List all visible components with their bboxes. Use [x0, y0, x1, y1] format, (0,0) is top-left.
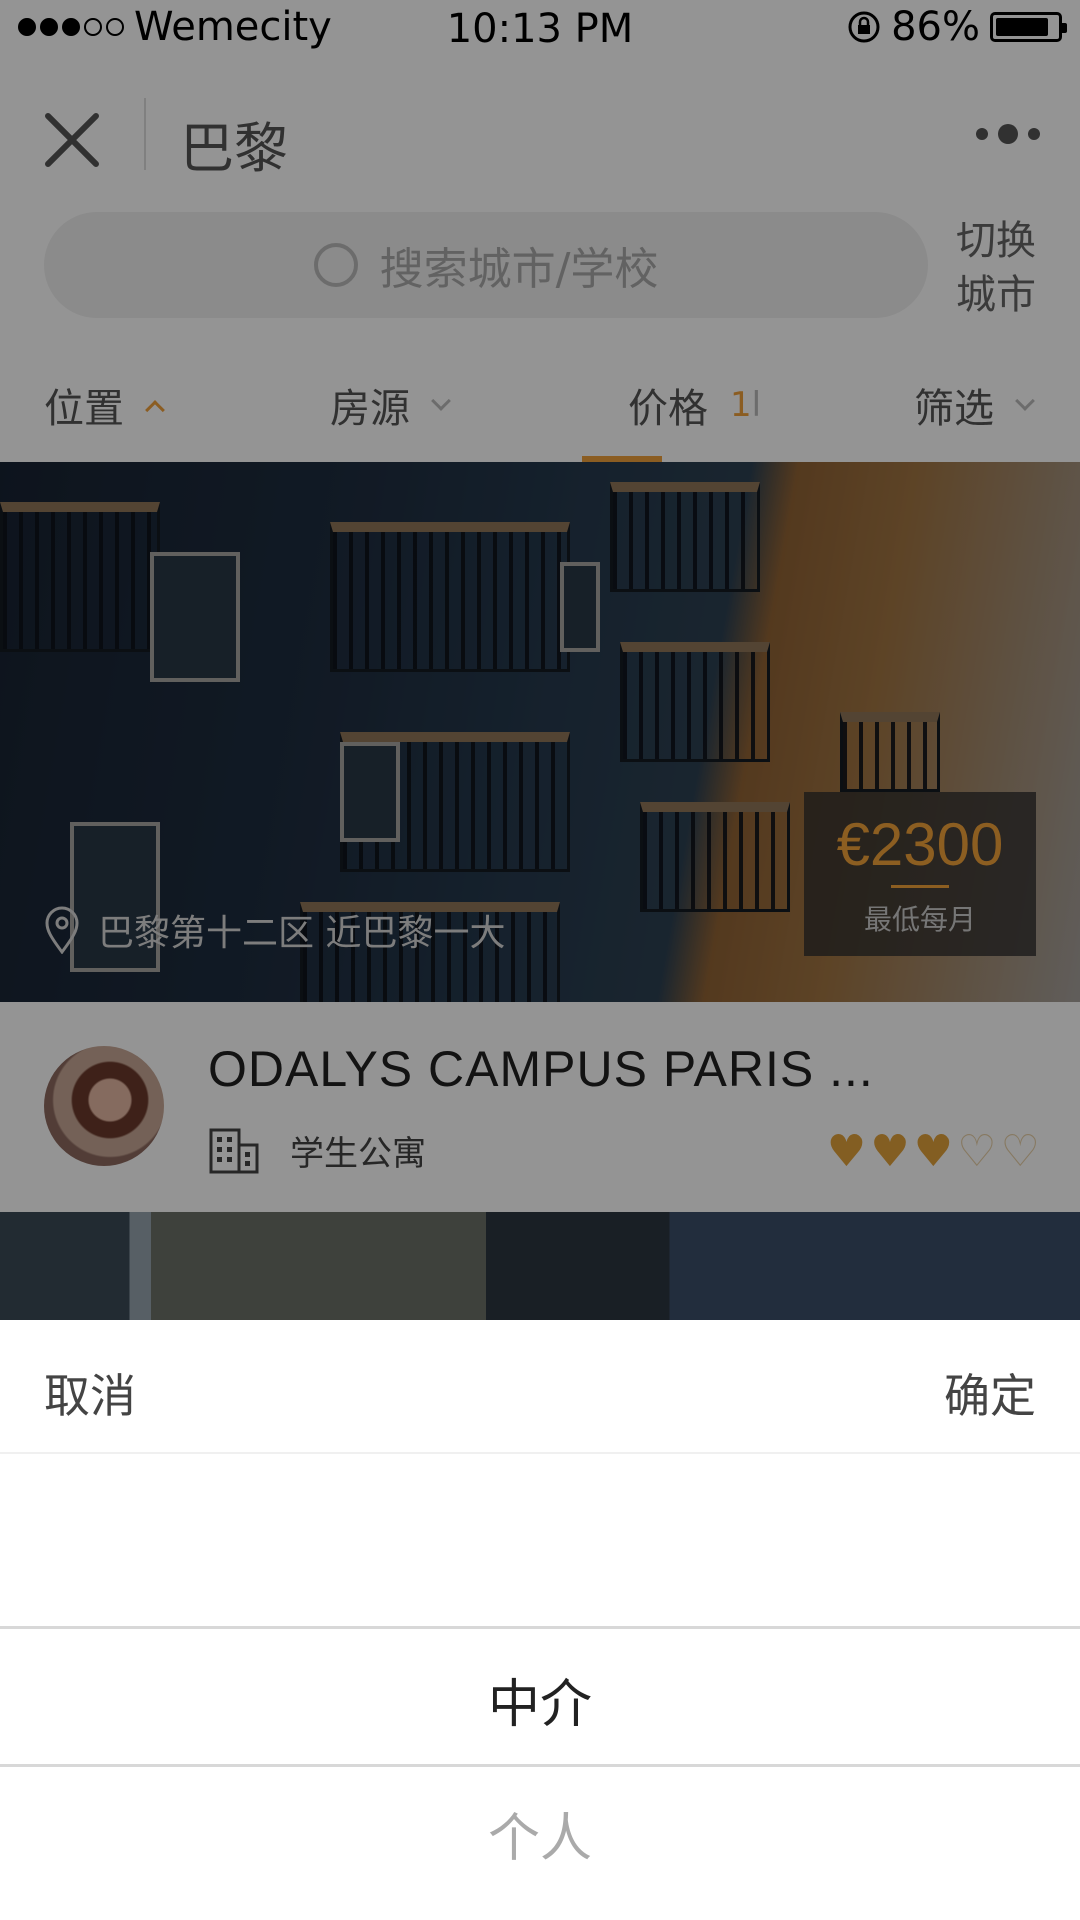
dim-overlay[interactable]	[0, 0, 1080, 1320]
cancel-button[interactable]: 取消	[44, 1360, 136, 1426]
picker-sheet: 取消 确定 中介 个人	[0, 1320, 1080, 1920]
picker-option[interactable]: 个人	[0, 1796, 1080, 1871]
picker-option[interactable]: 中介	[0, 1662, 1080, 1737]
picker-selection-line-top	[0, 1626, 1080, 1629]
picker-toolbar: 取消 确定	[0, 1320, 1080, 1454]
confirm-button[interactable]: 确定	[944, 1360, 1036, 1426]
picker-selection-line-bottom	[0, 1764, 1080, 1767]
